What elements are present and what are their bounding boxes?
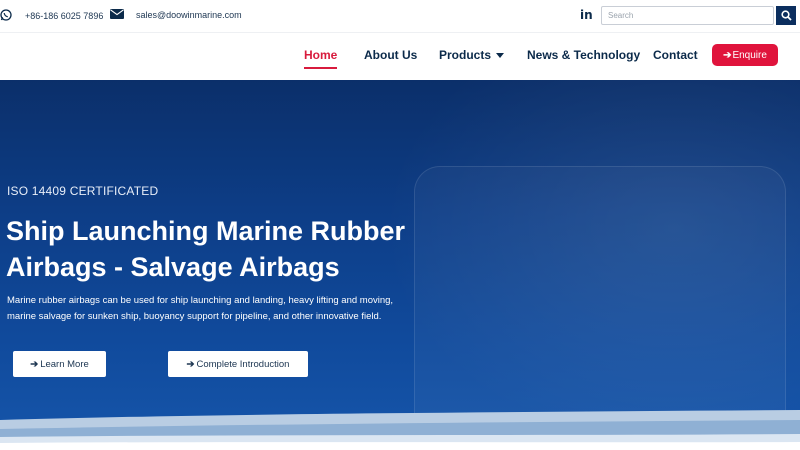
complete-introduction-label: Complete Introduction <box>196 358 290 370</box>
email-address: sales@doowinmarine.com <box>136 10 242 20</box>
hero-image-frame <box>414 166 786 446</box>
nav-item-contact[interactable]: Contact <box>653 48 698 62</box>
enquire-button[interactable]: ➔ Enquire <box>712 44 778 66</box>
arrow-right-icon: ➔ <box>723 49 732 61</box>
learn-more-button[interactable]: ➔ Learn More <box>13 351 106 377</box>
nav-item-about-us[interactable]: About Us <box>364 48 417 62</box>
learn-more-label: Learn More <box>40 358 89 370</box>
nav-item-home[interactable]: Home <box>304 48 338 69</box>
mail-icon <box>110 9 124 21</box>
email-contact[interactable]: sales@doowinmarine.com <box>110 9 242 21</box>
main-nav: Home About Us Products News & Technology… <box>0 32 800 80</box>
search-button[interactable] <box>776 6 796 25</box>
hero-section: ISO 14409 CERTIFICATED Ship Launching Ma… <box>0 80 800 450</box>
nav-item-products[interactable]: Products <box>439 48 505 62</box>
linkedin-icon[interactable]: in <box>580 8 593 22</box>
hero-description: Marine rubber airbags can be used for sh… <box>7 295 394 322</box>
caret-down-icon <box>496 53 505 59</box>
whatsapp-icon <box>0 9 12 23</box>
search-input[interactable] <box>601 6 774 25</box>
arrow-right-icon: ➔ <box>186 358 195 370</box>
enquire-label: Enquire <box>732 49 767 61</box>
nav-item-news-technology[interactable]: News & Technology <box>527 48 640 62</box>
phone-contact[interactable]: +86-186 6025 7896 <box>0 9 103 23</box>
phone-number: +86-186 6025 7896 <box>25 11 104 21</box>
complete-introduction-button[interactable]: ➔ Complete Introduction <box>168 351 308 377</box>
hero-wave-divider <box>0 410 800 450</box>
search-icon <box>780 10 792 21</box>
hero-eyebrow: ISO 14409 CERTIFICATED <box>7 184 159 198</box>
hero-headline: Ship Launching Marine Rubber Airbags - S… <box>6 216 406 282</box>
arrow-right-icon: ➔ <box>30 358 39 370</box>
nav-item-products-label: Products <box>439 48 492 62</box>
top-bar: +86-186 6025 7896 sales@doowinmarine.com… <box>0 0 800 32</box>
